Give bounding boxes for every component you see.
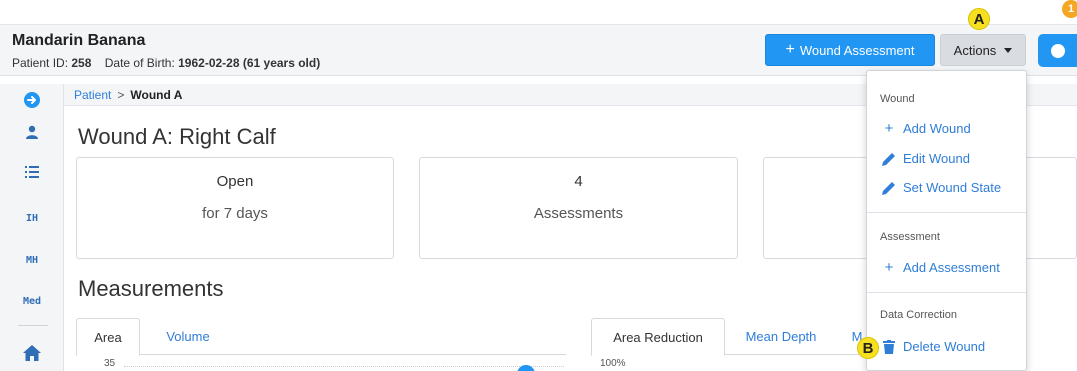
edit-wound-menu-item[interactable]: Edit Wound (882, 151, 970, 166)
add-wound-menu-item[interactable]: + Add Wound (882, 121, 971, 136)
measurement-tabs-right: Area Reduction Mean Depth M (591, 318, 871, 356)
dropdown-divider (867, 292, 1026, 293)
menu-item-label: Set Wound State (903, 180, 1002, 195)
y-axis-tick-label: 100% (600, 358, 626, 369)
sidebar-item-home[interactable] (0, 342, 64, 364)
patient-name: Mandarin Banana (12, 32, 146, 49)
camera-badge: 1 (1062, 0, 1077, 18)
stat-card-caption: for 7 days (202, 205, 268, 222)
chart-gridline (124, 366, 564, 367)
dropdown-header-wound: Wound (880, 93, 915, 105)
dropdown-divider (867, 212, 1026, 213)
trash-icon (882, 339, 896, 354)
sidebar-item-list[interactable] (0, 162, 64, 182)
dropdown-header-assessment: Assessment (880, 231, 940, 243)
sidebar: IH MH Med (0, 84, 64, 371)
sidebar-item-mh[interactable]: MH (0, 250, 64, 270)
camera-button[interactable] (1038, 34, 1077, 67)
sidebar-item-patient[interactable] (0, 122, 64, 142)
stat-card-caption: Assessments (533, 205, 624, 222)
actions-label: Actions (953, 42, 997, 58)
plus-icon: + (785, 41, 795, 58)
patient-id-value: 258 (71, 56, 92, 70)
dob-label: Date of Birth: (104, 56, 175, 70)
y-axis-tick-label: 35 (104, 358, 116, 369)
stat-card-value: Open (216, 173, 254, 190)
menu-item-label: Edit Wound (903, 151, 970, 166)
menu-item-label: Add Assessment (903, 260, 1000, 275)
wound-assessment-label: Wound Assessment (799, 42, 915, 58)
wound-assessment-button[interactable]: + Wound Assessment (765, 34, 935, 66)
annotation-marker-b: B (857, 337, 879, 359)
person-icon (26, 125, 38, 139)
list-icon (25, 166, 39, 178)
sidebar-item-ih[interactable]: IH (0, 208, 64, 228)
sidebar-divider (18, 325, 48, 326)
add-assessment-menu-item[interactable]: + Add Assessment (882, 260, 1000, 275)
breadcrumb-current: Wound A (130, 87, 183, 102)
patient-id-label: Patient ID: (12, 56, 69, 70)
camera-icon (1051, 44, 1065, 58)
actions-button[interactable]: Actions (940, 34, 1026, 66)
annotation-marker-a: A (968, 8, 990, 30)
menu-item-label: Add Wound (903, 121, 971, 136)
stat-card-status: Open for 7 days (76, 157, 394, 259)
plus-icon: + (884, 120, 894, 137)
pencil-icon (882, 152, 896, 166)
page-title: Wound A: Right Calf (78, 124, 276, 149)
tab-area[interactable]: Area (76, 318, 140, 356)
dropdown-header-data-correction: Data Correction (880, 309, 958, 321)
sidebar-item-expand[interactable] (0, 90, 64, 110)
tab-area-reduction[interactable]: Area Reduction (591, 318, 725, 356)
caret-down-icon (1004, 47, 1013, 53)
sidebar-item-med[interactable]: Med (0, 291, 64, 311)
tab-mean-depth[interactable]: Mean Depth (731, 318, 831, 355)
patient-header: Mandarin Banana Patient ID: 258 Date of … (0, 24, 1077, 76)
arrow-right-circle-icon (24, 92, 40, 108)
actions-dropdown-menu: Wound + Add Wound Edit Wound Set Wound S… (866, 70, 1027, 371)
plus-icon: + (884, 259, 894, 276)
delete-wound-menu-item[interactable]: Delete Wound (882, 339, 985, 354)
measurements-title: Measurements (78, 276, 224, 301)
home-icon (23, 345, 41, 361)
dob-value: 1962-02-28 (61 years old) (178, 56, 321, 70)
patient-meta: Patient ID: 258 Date of Birth: 1962-02-2… (12, 56, 320, 70)
measurement-tabs-left: Area Volume (76, 318, 566, 356)
breadcrumb-patient-link[interactable]: Patient (74, 88, 111, 102)
stat-card-assessments: 4 Assessments (419, 157, 738, 259)
pencil-icon (882, 181, 896, 195)
menu-item-label: Delete Wound (903, 339, 986, 354)
set-wound-state-menu-item[interactable]: Set Wound State (882, 180, 1001, 195)
tab-volume[interactable]: Volume (148, 318, 228, 355)
breadcrumb-separator: > (117, 87, 125, 102)
stat-card-value: 4 (574, 173, 583, 190)
